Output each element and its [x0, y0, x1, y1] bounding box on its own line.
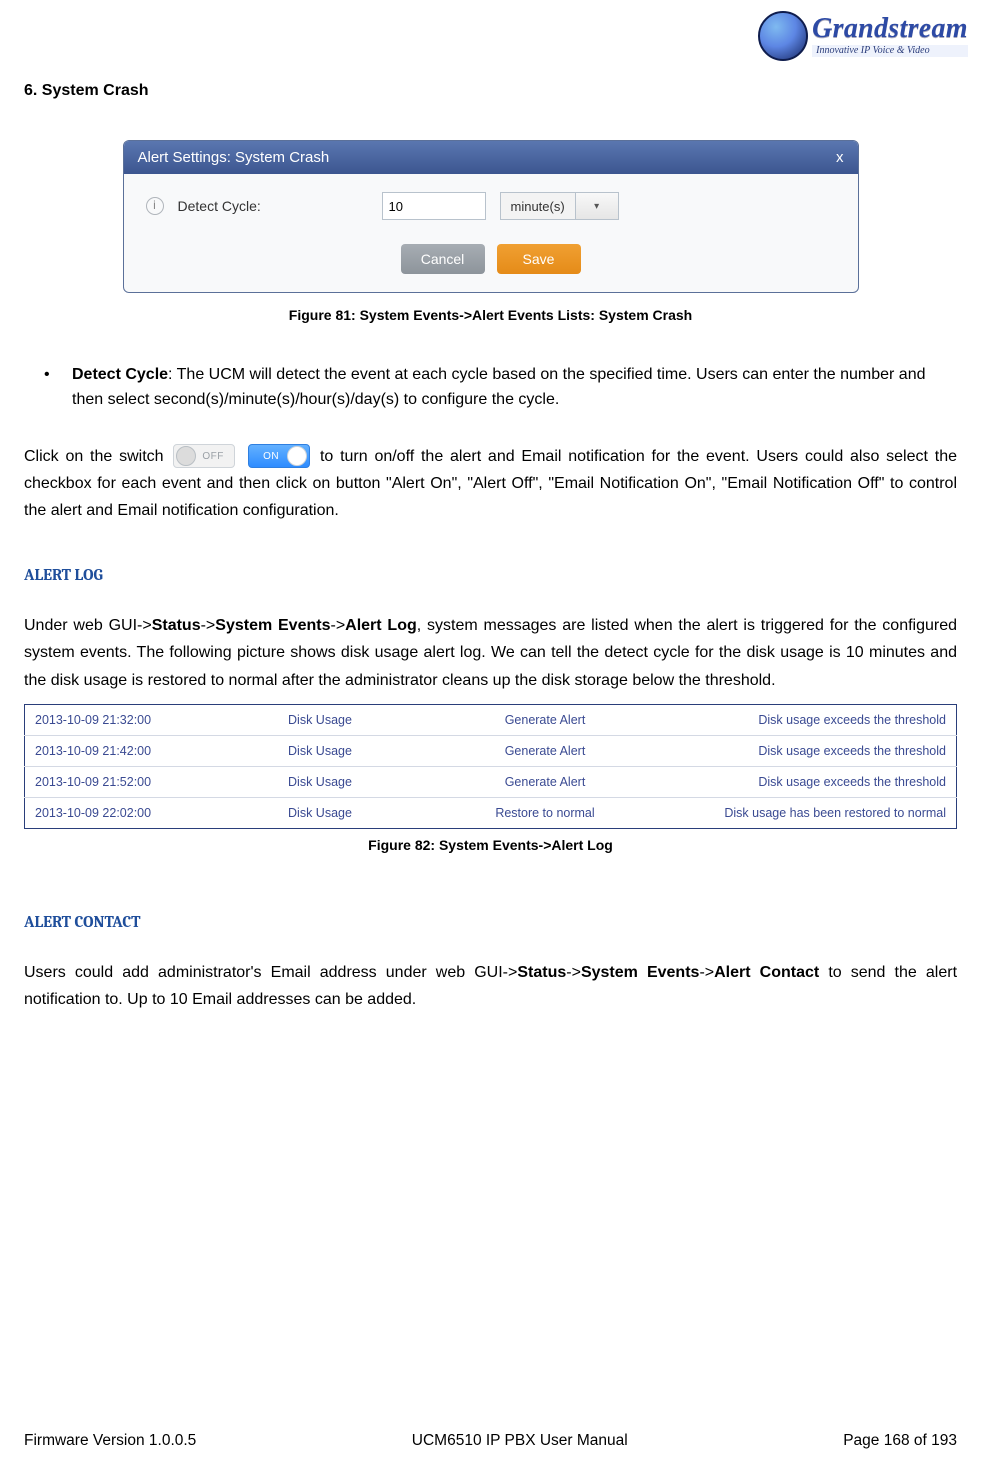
- table-row: 2013-10-09 21:42:00 Disk Usage Generate …: [25, 735, 957, 766]
- switch-paragraph: Click on the switch OFF ON to turn on/of…: [24, 443, 957, 525]
- alert-contact-heading: ALERT CONTACT: [24, 913, 957, 931]
- switch-para-pre: Click on the switch: [24, 448, 170, 465]
- chevron-down-icon: ▾: [575, 193, 618, 219]
- table-row: 2013-10-09 21:52:00 Disk Usage Generate …: [25, 766, 957, 797]
- brand-tagline: Innovative IP Voice & Video: [812, 45, 968, 57]
- footer-right: Page 168 of 193: [843, 1432, 957, 1450]
- alert-log-heading: ALERT LOG: [24, 566, 957, 584]
- table-row: 2013-10-09 22:02:00 Disk Usage Restore t…: [25, 797, 957, 828]
- save-button[interactable]: Save: [497, 244, 581, 274]
- detect-cycle-unit-label: minute(s): [501, 199, 575, 214]
- fig81-dialog: Alert Settings: System Crash x i Detect …: [123, 140, 859, 293]
- brand-name: Grandstream: [812, 15, 968, 43]
- globe-icon: [758, 11, 808, 61]
- table-row: 2013-10-09 21:32:00 Disk Usage Generate …: [25, 704, 957, 735]
- fig81-caption: Figure 81: System Events->Alert Events L…: [24, 307, 957, 323]
- fig81-titlebar: Alert Settings: System Crash x: [124, 141, 858, 174]
- detect-cycle-label: Detect Cycle:: [178, 198, 368, 214]
- fig82-caption: Figure 82: System Events->Alert Log: [24, 837, 957, 853]
- bullet-text: : The UCM will detect the event at each …: [72, 366, 925, 408]
- brand-logo: Grandstream Innovative IP Voice & Video: [773, 6, 953, 66]
- page-footer: Firmware Version 1.0.0.5 UCM6510 IP PBX …: [24, 1432, 957, 1450]
- fig81-title: Alert Settings: System Crash: [138, 149, 330, 166]
- fig82-table: 2013-10-09 21:32:00 Disk Usage Generate …: [24, 704, 957, 829]
- alert-contact-paragraph: Users could add administrator's Email ad…: [24, 959, 957, 1013]
- cancel-button[interactable]: Cancel: [401, 244, 485, 274]
- detect-cycle-input[interactable]: [382, 192, 486, 220]
- info-icon[interactable]: i: [146, 197, 164, 215]
- switch-off-icon: OFF: [173, 444, 235, 468]
- detect-cycle-unit-select[interactable]: minute(s) ▾: [500, 192, 619, 220]
- section-6-heading: 6. System Crash: [24, 82, 957, 100]
- alert-log-paragraph: Under web GUI->Status->System Events->Al…: [24, 612, 957, 694]
- footer-left: Firmware Version 1.0.0.5: [24, 1432, 196, 1450]
- bullet-term: Detect Cycle: [72, 366, 168, 383]
- footer-center: UCM6510 IP PBX User Manual: [412, 1432, 628, 1450]
- switch-on-icon: ON: [248, 444, 310, 468]
- bullet-detect-cycle: Detect Cycle: The UCM will detect the ev…: [24, 363, 957, 413]
- close-icon[interactable]: x: [836, 149, 844, 166]
